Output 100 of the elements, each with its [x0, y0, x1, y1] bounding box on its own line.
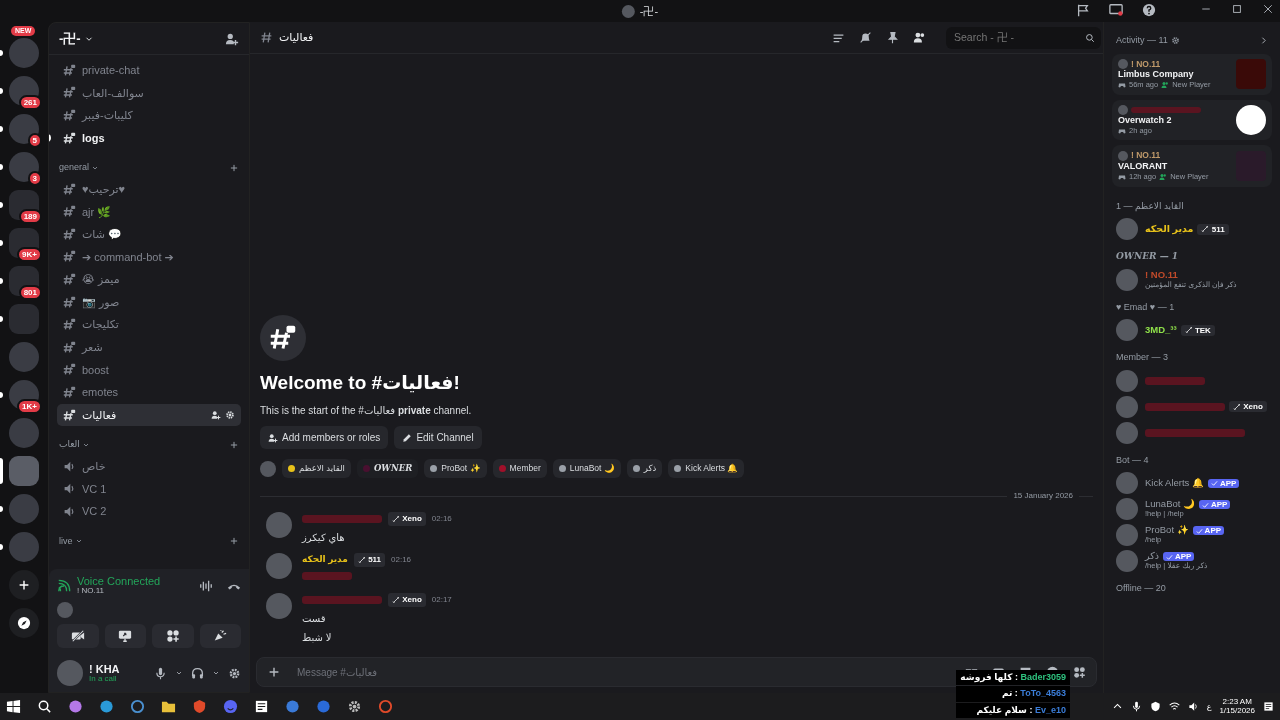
server-icon[interactable]: 3 [9, 152, 39, 182]
calendar-icon[interactable] [254, 699, 269, 714]
server-icon[interactable] [9, 456, 39, 486]
role-chip[interactable]: OWNER [356, 459, 419, 478]
plus-icon[interactable] [229, 536, 239, 547]
channel-item[interactable]: emotes [57, 381, 241, 404]
add-server-button[interactable] [9, 570, 39, 600]
channel-item[interactable]: كليبات-فيبر [57, 104, 241, 127]
mute-bell-icon[interactable] [859, 31, 872, 44]
notifications-icon[interactable] [1263, 701, 1274, 712]
role-chip[interactable]: LunaBot 🌙 [552, 459, 621, 478]
chevron-icon[interactable] [212, 669, 220, 677]
channel-item[interactable]: ♥ترحيب♥ [57, 177, 241, 201]
activity-heading: Activity — 11 [1116, 34, 1168, 47]
inbox-icon[interactable] [1076, 3, 1090, 17]
speaker-icon [63, 504, 76, 518]
search-input[interactable]: Search - 卍 - [952, 28, 1085, 47]
channel-item[interactable]: تكليجات [57, 313, 241, 337]
microphone-icon[interactable] [154, 666, 167, 680]
discover-button[interactable] [9, 608, 39, 638]
settings-icon[interactable] [347, 699, 362, 714]
volume-icon[interactable] [1187, 701, 1199, 712]
chevron-right-icon[interactable] [1259, 36, 1268, 46]
message-field[interactable]: Message #فعاليات [295, 663, 951, 681]
invite-icon[interactable] [211, 410, 221, 421]
help-icon[interactable] [1142, 3, 1156, 17]
channel-item[interactable]: سوالف-العاب [57, 81, 241, 105]
soundboard-button[interactable] [199, 624, 241, 648]
browser-icon[interactable] [99, 699, 114, 714]
pin-icon[interactable] [886, 31, 899, 44]
chat-app-icon[interactable] [223, 699, 238, 714]
threads-icon[interactable] [832, 31, 845, 44]
server-name[interactable]: -卍- [59, 28, 81, 49]
role-chip[interactable]: Member [492, 459, 547, 478]
channel-item[interactable]: شات 💬 [57, 223, 241, 246]
channel-item[interactable]: boost [57, 358, 241, 382]
settings-icon[interactable] [1170, 36, 1180, 46]
category-name[interactable]: live [59, 534, 73, 549]
channel-item[interactable]: شعر [57, 336, 241, 359]
edit-channel-button[interactable]: Edit Channel [394, 426, 482, 450]
search-icon[interactable] [37, 699, 52, 714]
members-icon[interactable] [913, 31, 926, 44]
channel-item[interactable]: logs [57, 126, 241, 150]
author-avatar[interactable] [266, 593, 292, 619]
author-name: مدير الحكه [302, 553, 348, 567]
channel-item[interactable]: 😭 ميمز [57, 268, 241, 291]
headphones-icon[interactable] [191, 666, 204, 680]
channel-item[interactable]: ➔ command-bot ➔ [57, 245, 241, 269]
settings-icon[interactable] [225, 410, 235, 421]
attach-plus-icon[interactable] [267, 665, 281, 679]
channel-item[interactable]: private-chat [57, 59, 241, 82]
channel-item[interactable]: فعاليات [57, 403, 241, 427]
activities-button[interactable] [152, 624, 194, 648]
member-item[interactable]: Xeno [1112, 393, 1272, 420]
copilot-icon[interactable] [68, 699, 83, 714]
settings-icon[interactable] [228, 666, 241, 680]
author-avatar[interactable] [266, 512, 292, 538]
record-icon[interactable] [378, 699, 393, 714]
app-icon[interactable] [285, 699, 300, 714]
voice-channel-name[interactable]: ! NO.11 [77, 587, 161, 596]
folder-icon[interactable] [161, 699, 176, 714]
app-icon[interactable] [316, 699, 331, 714]
member-avatar[interactable] [260, 460, 276, 477]
member-item[interactable]: Kick Alerts 🔔 APP [1112, 470, 1272, 497]
close-icon[interactable] [1262, 3, 1274, 15]
screen-icon[interactable] [1109, 3, 1123, 17]
search-field[interactable]: Search - 卍 - [946, 26, 1101, 49]
channel-item[interactable]: خاص [57, 454, 241, 478]
add-members-button[interactable]: Add members or roles [260, 426, 389, 450]
server-icon[interactable]: 5 [9, 114, 39, 144]
network-icon[interactable] [1168, 701, 1180, 712]
plus-icon[interactable] [229, 163, 239, 174]
maximize-icon[interactable] [1231, 3, 1243, 15]
game-launcher-icon[interactable] [130, 699, 145, 714]
channel-item[interactable]: VC 2 [57, 500, 241, 523]
chevron-icon[interactable] [175, 669, 183, 677]
clock-date[interactable]: 1/15/2026 [1219, 706, 1255, 716]
noise-suppression-icon[interactable] [199, 578, 213, 593]
screen-share-button[interactable] [104, 624, 146, 648]
role-chip[interactable]: ProBot ✨ [424, 459, 487, 478]
category-name[interactable]: العاب [59, 438, 80, 452]
start-icon[interactable] [6, 699, 21, 714]
author-avatar[interactable] [266, 553, 292, 579]
clock-time[interactable]: 2:23 AM [1219, 697, 1255, 707]
member-item[interactable]: 3MD_³³ TEK [1112, 317, 1272, 344]
role-chip[interactable]: ذكر [626, 459, 663, 478]
security-icon[interactable] [1149, 701, 1161, 712]
microphone-icon[interactable] [1130, 701, 1142, 712]
role-chip[interactable]: Kick Alerts 🔔 [668, 459, 745, 478]
category-name[interactable]: general [59, 161, 90, 175]
camera-button[interactable] [57, 624, 99, 648]
invite-icon[interactable] [225, 31, 239, 46]
channel-item[interactable]: VC 1 [57, 477, 241, 501]
apps-icon[interactable] [1073, 665, 1086, 679]
plus-icon[interactable] [229, 440, 239, 451]
browser-shield-icon[interactable] [192, 699, 207, 714]
user-name: ! KHA [89, 662, 120, 675]
channel-item[interactable]: ajr 🌿 [57, 200, 241, 224]
channel-item[interactable]: 📷 صور [57, 290, 241, 314]
role-chip[interactable]: القايد الاعظم [282, 459, 351, 478]
